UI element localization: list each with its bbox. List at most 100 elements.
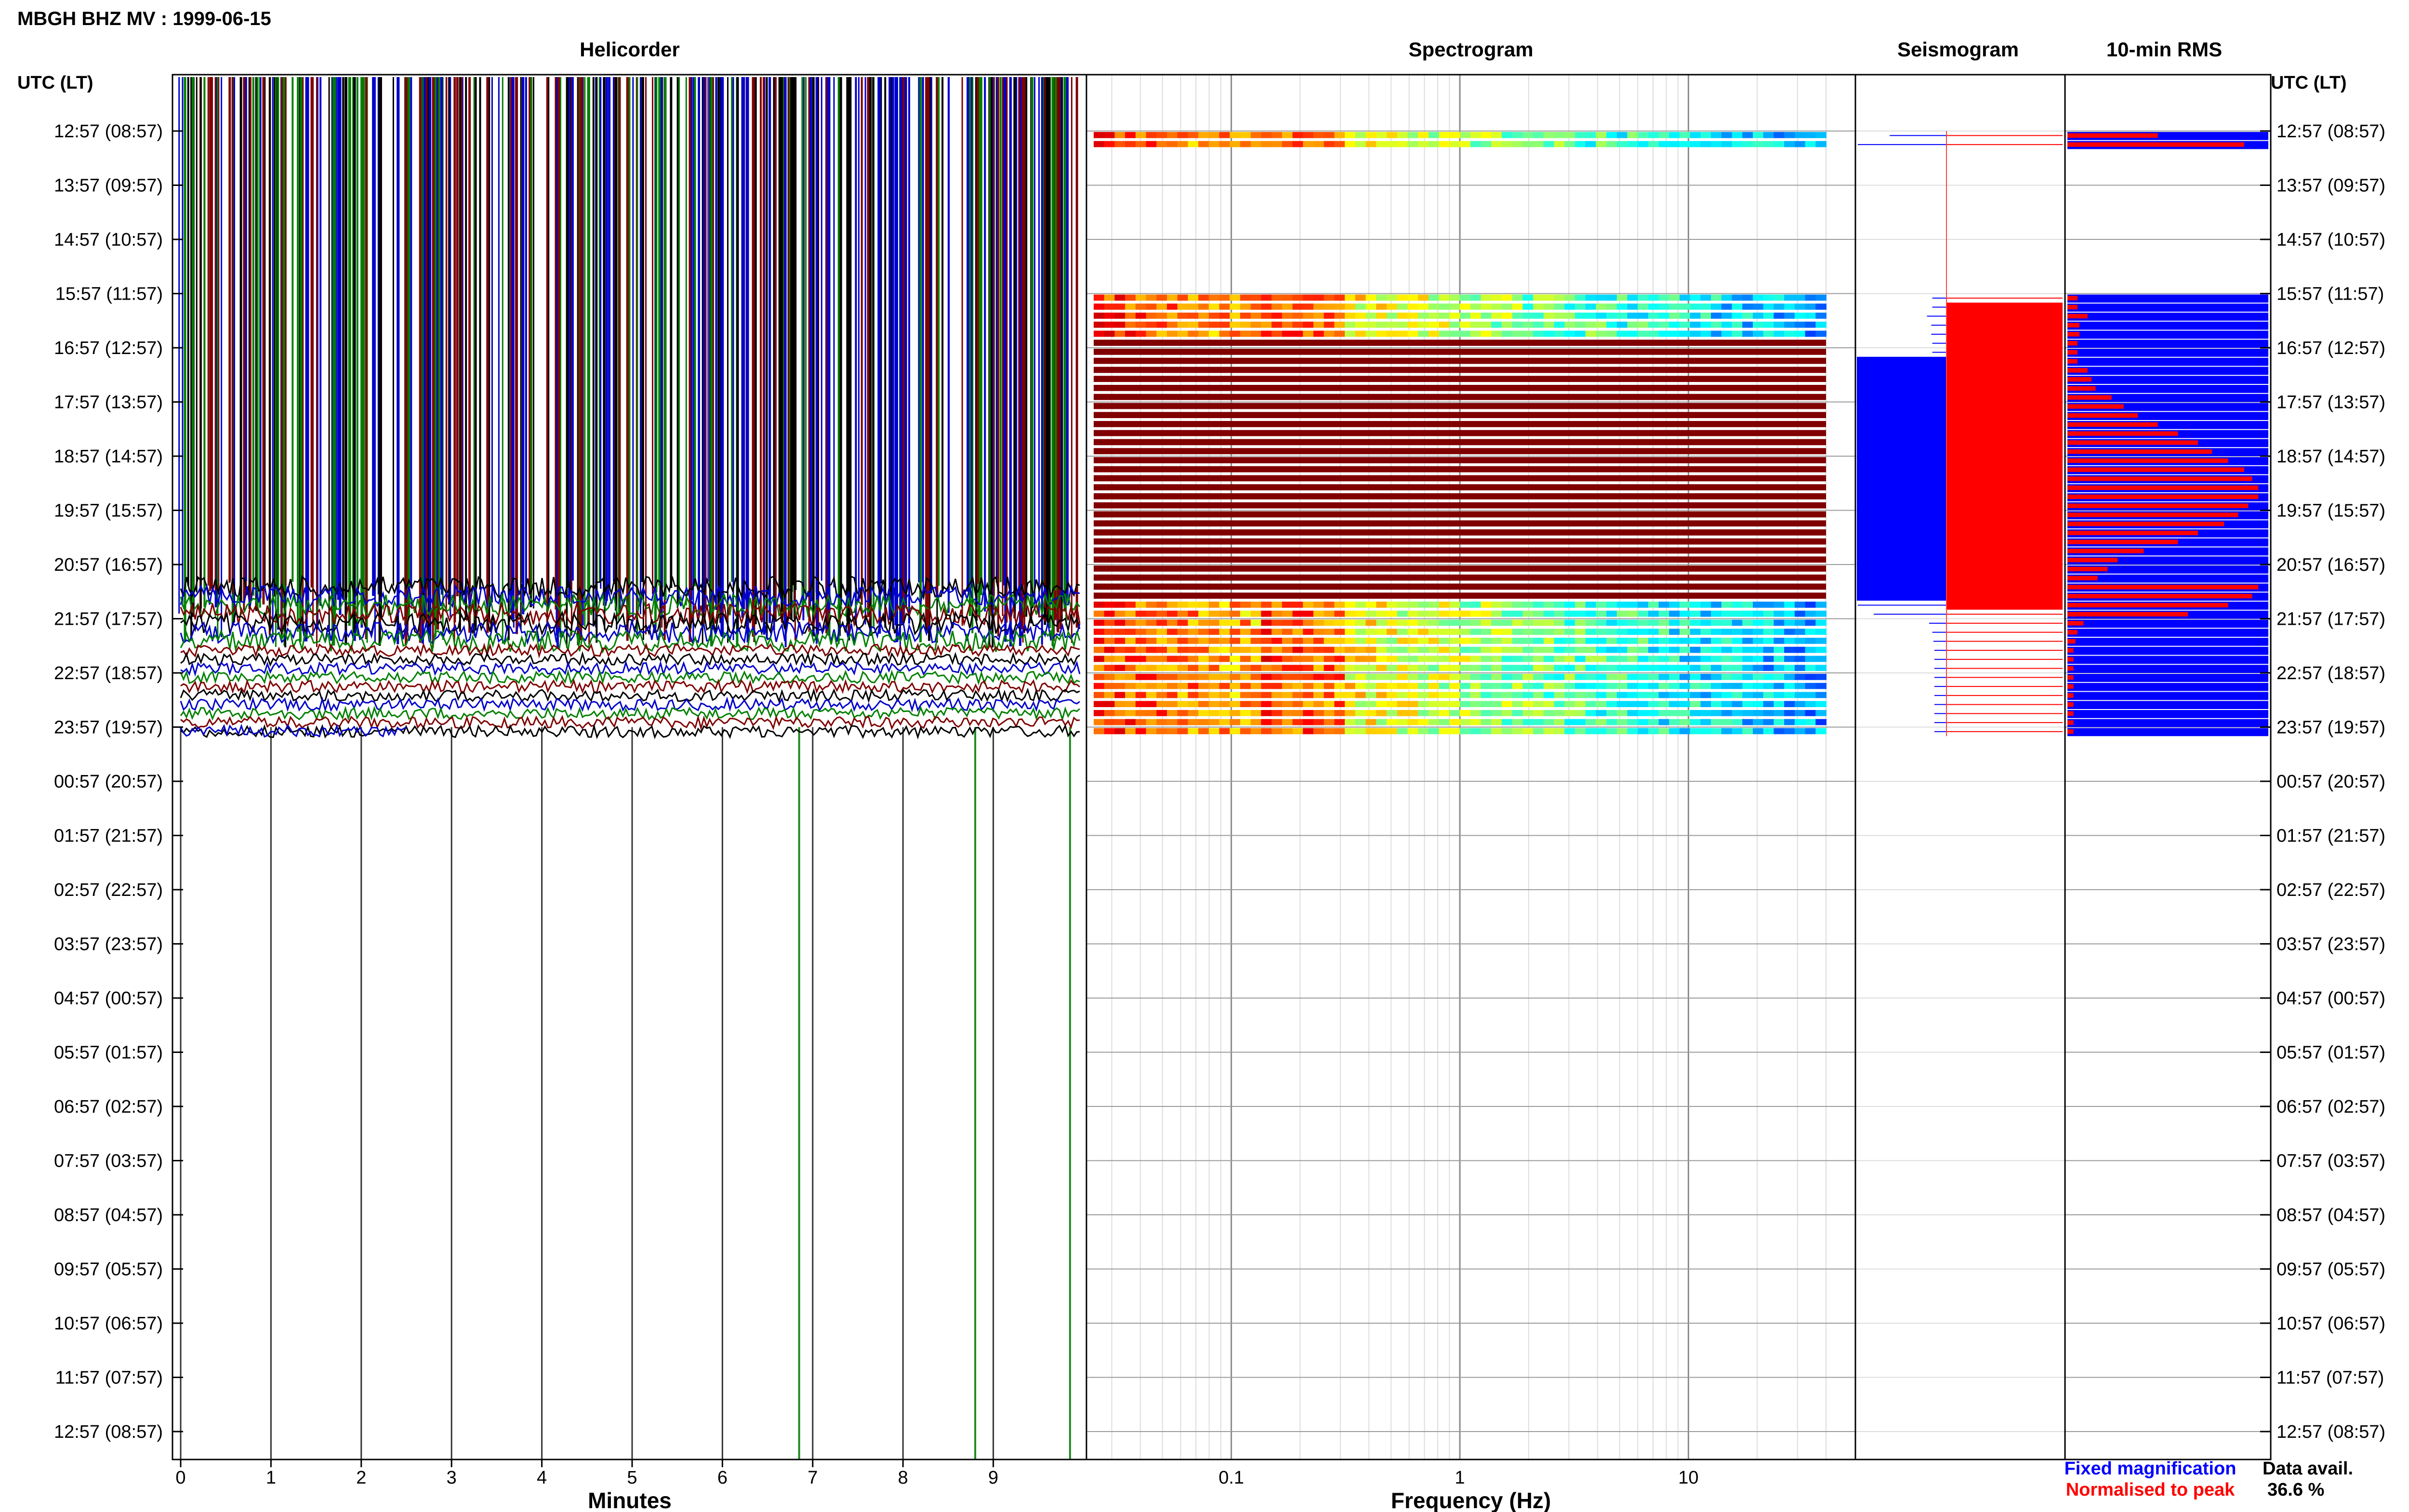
spectrogram-cell (1219, 665, 1231, 671)
spectrogram-cell (1805, 132, 1816, 138)
spectrogram-cell (1700, 619, 1712, 626)
spectrogram-cell (1522, 132, 1534, 138)
spectrogram-cell (1742, 674, 1753, 680)
spectrogram-cell (1261, 692, 1272, 698)
spectrogram-cell (1345, 710, 1356, 716)
rms-normalised-bar (2067, 296, 2078, 301)
spectrogram-cell (1303, 710, 1314, 716)
hour-label-right: 19:57 (15:57) (2277, 501, 2385, 521)
spectrogram-cell (1554, 602, 1565, 608)
spectrogram-cell (1669, 132, 1680, 138)
hour-label-right: 02:57 (22:57) (2277, 880, 2385, 900)
spectrogram-cell (1575, 610, 1586, 617)
spectrogram-cell (1282, 619, 1293, 626)
spectrogram-cell (1146, 683, 1157, 689)
spectrogram-cell (1313, 719, 1324, 725)
spectrogram-cell (1114, 629, 1126, 635)
spectrogram-cell (1616, 701, 1628, 707)
spectrogram-cell (1313, 638, 1324, 644)
spectrogram-cell (1324, 602, 1335, 608)
rms-fixed-bar (2067, 330, 2268, 339)
spectrogram-cell (1313, 294, 1324, 301)
spectrogram-cell (1208, 692, 1220, 698)
rms-normalised-bar (2067, 603, 2228, 608)
spectrogram-cell (1240, 610, 1251, 617)
spectrogram-cell (1439, 610, 1450, 617)
spectrogram-cell (1188, 719, 1199, 725)
hour-label-left: 19:57 (15:57) (54, 501, 163, 521)
spectrogram-cell (1240, 656, 1251, 662)
spectrogram-cell (1219, 141, 1231, 147)
spectrogram-cell (1240, 294, 1251, 301)
spectrogram-cell (1188, 710, 1199, 716)
spectrogram-cell (1606, 629, 1617, 635)
spectrogram-cell (1177, 629, 1189, 635)
spectrogram-cell (1721, 321, 1733, 328)
spectrogram-cell (1763, 646, 1774, 653)
spectrogram-cell (1501, 610, 1513, 617)
spectrogram-cell (1658, 313, 1670, 319)
spectrogram-cell (1407, 701, 1419, 707)
spectrogram-cell (1680, 141, 1691, 147)
spectrogram-cell (1753, 674, 1764, 680)
rms-fixed-bar (2067, 321, 2268, 330)
rms-fixed-bar (2067, 719, 2268, 727)
spectrogram-cell (1418, 294, 1429, 301)
spectrogram-cell (1135, 728, 1147, 735)
spectrogram-cell (1428, 602, 1440, 608)
spectrogram-cell (1219, 728, 1231, 735)
spectrogram-cell (1794, 313, 1806, 319)
spectrogram-cell (1815, 132, 1827, 138)
spectrogram-row-saturated (1094, 511, 1826, 518)
spectrogram-cell (1522, 692, 1534, 698)
spectrogram-cell (1585, 619, 1597, 626)
spectrogram-cell (1324, 321, 1335, 328)
spectrogram-cell (1219, 656, 1231, 662)
spectrogram-cell (1658, 619, 1670, 626)
spectrogram-cell (1271, 303, 1283, 310)
spectrogram-cell (1794, 330, 1806, 337)
spectrogram-cell (1250, 656, 1262, 662)
spectrogram-cell (1125, 656, 1136, 662)
spectrogram-cell (1355, 294, 1366, 301)
spectrogram-cell (1114, 132, 1126, 138)
spectrogram-cell (1658, 610, 1670, 617)
spectrogram-cell (1303, 665, 1314, 671)
spectrogram-cell (1313, 610, 1324, 617)
spectrogram-cell (1125, 321, 1136, 328)
spectrogram-cell (1481, 728, 1492, 735)
spectrogram-cell (1313, 303, 1324, 310)
spectrogram-cell (1355, 330, 1366, 337)
spectrogram-cell (1774, 656, 1785, 662)
spectrogram-cell (1240, 665, 1251, 671)
spectrogram-cell (1156, 638, 1167, 644)
spectrogram-cell (1711, 313, 1722, 319)
spectrogram-cell (1753, 321, 1764, 328)
spectrogram-cell (1167, 701, 1178, 707)
spectrogram-cell (1575, 132, 1586, 138)
spectrogram-cell (1271, 610, 1283, 617)
spectrogram-cell (1460, 313, 1471, 319)
spectrogram-cell (1397, 294, 1408, 301)
spectrogram-cell (1774, 629, 1785, 635)
spectrogram-cell (1177, 646, 1189, 653)
spectrogram-cell (1125, 710, 1136, 716)
spectrogram-cell (1564, 330, 1575, 337)
spectrogram-cell (1648, 313, 1659, 319)
spectrogram-cell (1313, 619, 1324, 626)
spectrogram-cell (1690, 638, 1701, 644)
spectrogram-cell (1135, 619, 1147, 626)
spectrogram-cell (1146, 330, 1157, 337)
spectrogram-cell (1167, 638, 1178, 644)
spectrogram-cell (1794, 701, 1806, 707)
spectrogram-cell (1177, 665, 1189, 671)
spectrogram-cell (1596, 313, 1607, 319)
spectrogram-cell (1805, 674, 1816, 680)
spectrogram-cell (1815, 683, 1827, 689)
spectrogram-cell (1449, 728, 1460, 735)
spectrogram-cell (1784, 619, 1795, 626)
spectrogram-cell (1564, 674, 1575, 680)
spectrogram-cell (1104, 619, 1115, 626)
spectrogram-cell (1125, 619, 1136, 626)
spectrogram-cell (1313, 132, 1324, 138)
